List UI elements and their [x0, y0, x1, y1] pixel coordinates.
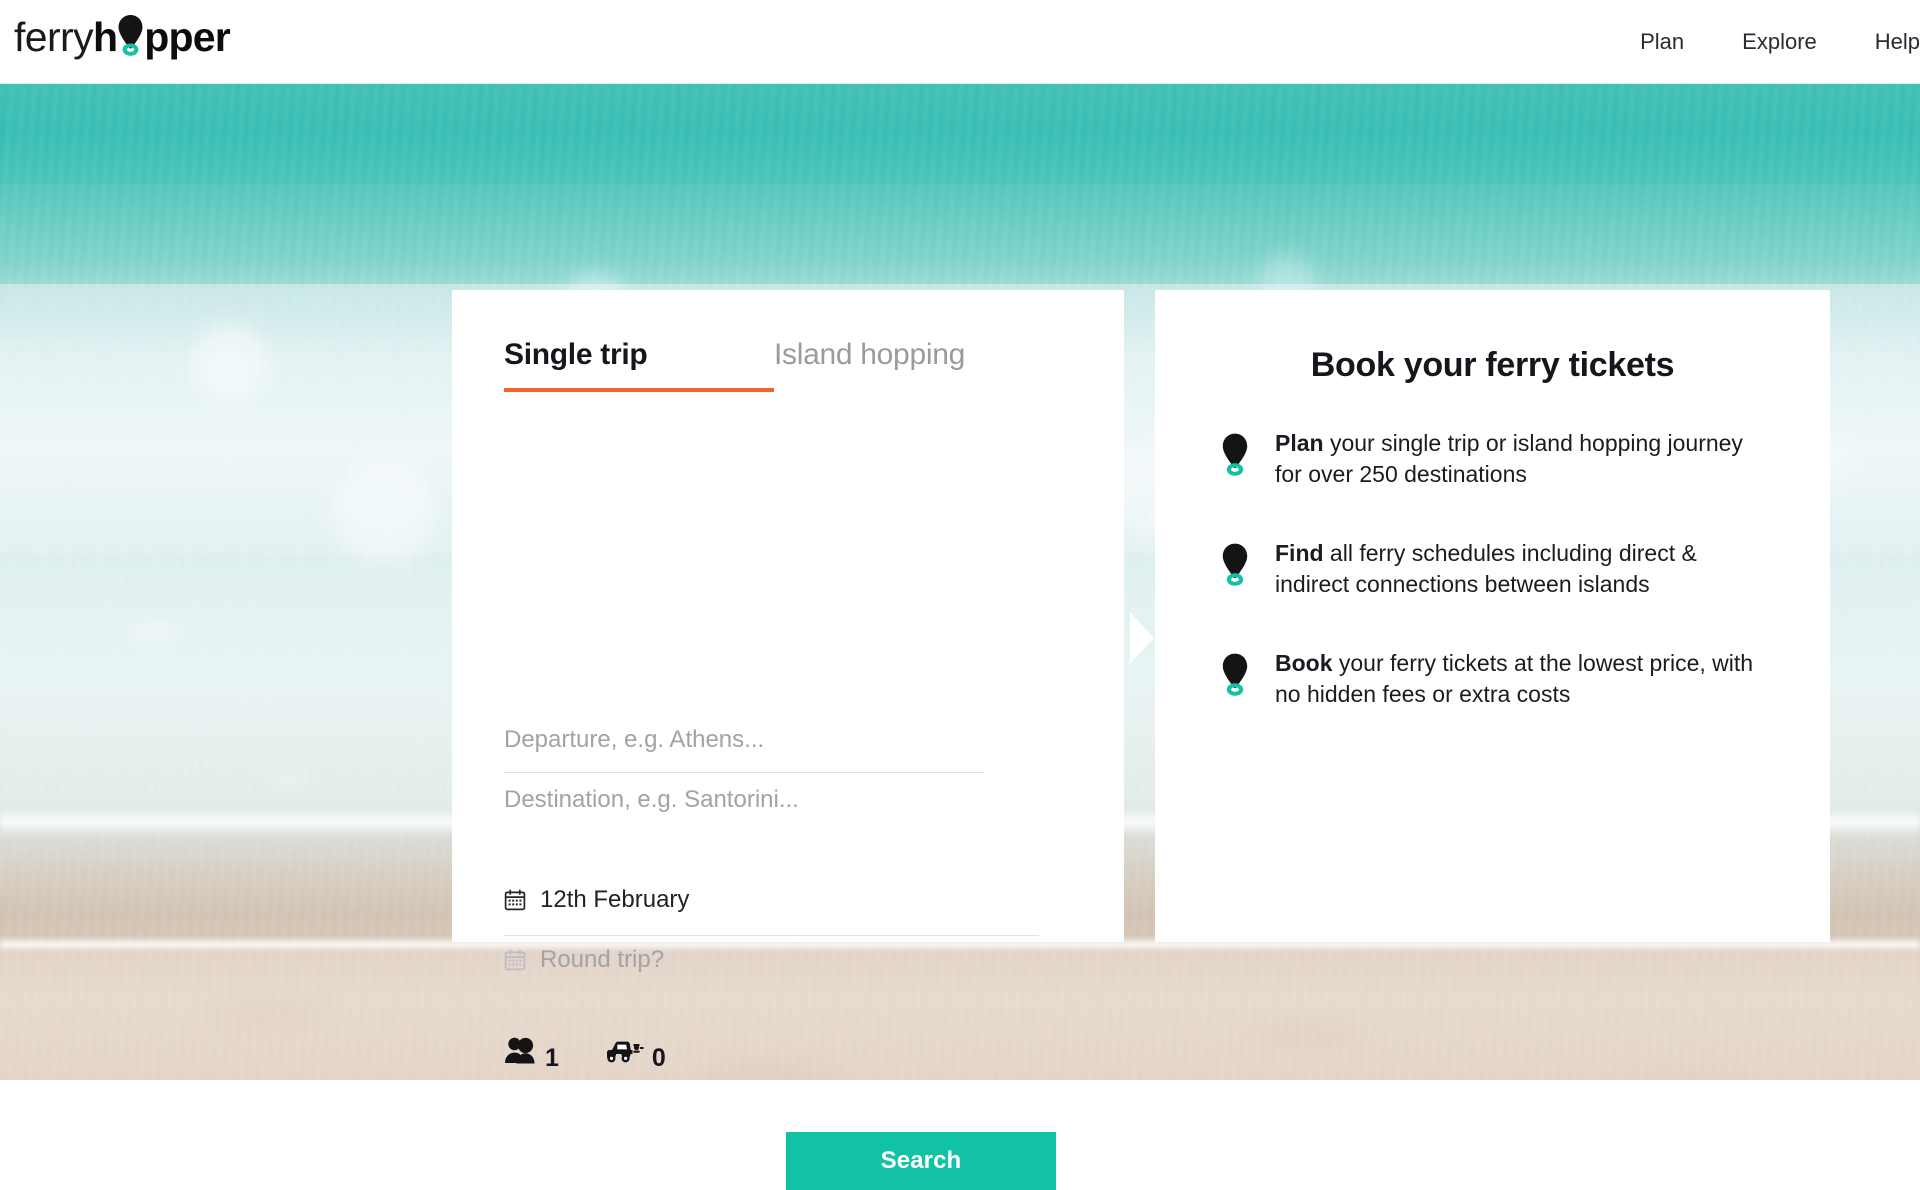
benefit-rest: your single trip or island hopping journ… — [1275, 430, 1743, 488]
logo-pin-icon — [117, 15, 144, 59]
date-underline — [504, 935, 1039, 936]
logo-text-bold-post: pper — [144, 13, 230, 60]
calendar-icon — [504, 889, 526, 911]
list-item: Find all ferry schedules including direc… — [1221, 538, 1766, 600]
main-navigation: Plan Explore Help — [1611, 0, 1920, 84]
tab-island-hopping-label: Island hopping — [774, 338, 965, 371]
info-card-title: Book your ferry tickets — [1310, 346, 1675, 384]
departure-underline — [504, 772, 984, 773]
tab-island-hopping[interactable]: Island hopping — [774, 340, 965, 370]
travellers-selector: 1 0 — [504, 1036, 666, 1071]
search-button[interactable]: Search — [786, 1132, 1056, 1190]
benefit-rest: your ferry tickets at the lowest price, … — [1275, 650, 1754, 708]
search-card: Single trip Island hopping Departure, e.… — [452, 290, 1502, 1190]
logo-text-bold-pre: h — [93, 13, 118, 60]
return-date-field[interactable]: Round trip? — [504, 948, 1039, 972]
return-date-placeholder: Round trip? — [540, 946, 665, 973]
location-pin-icon — [1221, 432, 1249, 478]
benefit-text: Book your ferry tickets at the lowest pr… — [1275, 648, 1766, 710]
location-pin-icon — [1221, 542, 1249, 588]
passengers-icon — [504, 1036, 538, 1071]
tab-single-trip[interactable]: Single trip — [504, 338, 774, 392]
calendar-icon — [504, 949, 526, 971]
destination-field[interactable]: Destination, e.g. Santorini... — [504, 788, 1039, 812]
nav-item-explore[interactable]: Explore — [1713, 29, 1846, 55]
vehicles-counter[interactable]: 0 — [605, 1036, 666, 1071]
info-card: Book your ferry tickets Plan your single… — [1130, 290, 1830, 942]
departure-placeholder: Departure, e.g. Athens... — [504, 726, 765, 753]
ferryhopper-logo[interactable]: ferry h pper — [14, 10, 231, 64]
nav-item-help[interactable]: Help — [1846, 29, 1920, 55]
info-card-notch — [1130, 612, 1154, 664]
benefit-text: Find all ferry schedules including direc… — [1275, 538, 1766, 600]
benefit-rest: all ferry schedules including direct & i… — [1275, 540, 1697, 598]
list-item: Book your ferry tickets at the lowest pr… — [1221, 648, 1766, 710]
benefit-lead: Plan — [1275, 430, 1324, 456]
passengers-counter[interactable]: 1 — [504, 1036, 559, 1071]
destination-placeholder: Destination, e.g. Santorini... — [504, 786, 799, 813]
benefit-lead: Book — [1275, 650, 1333, 677]
site-header: ferry h pper Plan Explore Help — [0, 0, 1920, 84]
tab-single-trip-label: Single trip — [504, 338, 648, 371]
departure-date-field[interactable]: 12th February — [504, 888, 1039, 912]
trip-type-tabs: Single trip Island hopping — [504, 338, 965, 392]
passengers-count: 1 — [545, 1044, 559, 1072]
tab-active-underline — [504, 388, 774, 392]
vehicles-count: 0 — [651, 1044, 666, 1072]
benefit-text: Plan your single trip or island hopping … — [1275, 428, 1766, 490]
departure-field[interactable]: Departure, e.g. Athens... — [504, 728, 1039, 752]
benefit-lead: Find — [1275, 540, 1324, 567]
list-item: Plan your single trip or island hopping … — [1221, 428, 1766, 490]
departure-date-value: 12th February — [540, 886, 690, 913]
vehicle-icon — [605, 1036, 645, 1071]
logo-text-light: ferry — [14, 13, 94, 60]
nav-item-plan[interactable]: Plan — [1611, 29, 1713, 55]
benefits-list: Plan your single trip or island hopping … — [1221, 428, 1766, 758]
location-pin-icon — [1221, 652, 1249, 698]
